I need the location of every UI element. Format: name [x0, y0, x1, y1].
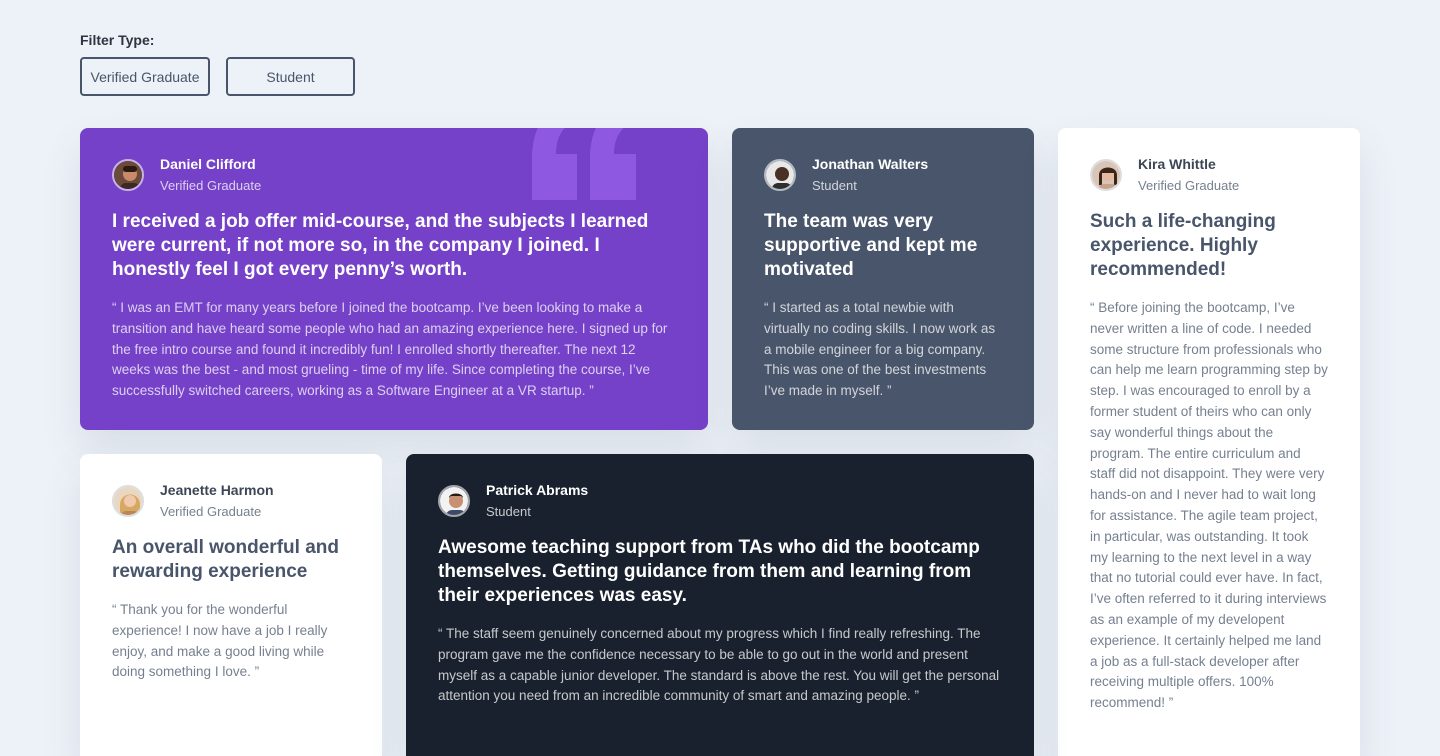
avatar	[764, 159, 796, 191]
avatar	[112, 485, 144, 517]
testimonial-quote: “ I started as a total newbie with virtu…	[764, 300, 996, 399]
avatar	[1090, 159, 1122, 191]
testimonial-headline: Awesome teaching support from TAs who di…	[438, 537, 980, 606]
testimonial-card-kira-whittle: Kira Whittle Verified Graduate Such a li…	[1058, 128, 1360, 756]
filter-student-button[interactable]: Student	[226, 57, 355, 96]
author-role: Verified Graduate	[1138, 178, 1240, 193]
author-name: Patrick Abrams	[486, 482, 589, 498]
author-name: Jonathan Walters	[812, 156, 929, 172]
author-role: Verified Graduate	[160, 504, 262, 519]
testimonial-headline: I received a job offer mid-course, and t…	[112, 211, 649, 280]
testimonial-headline: Such a life-changing experience. Highly …	[1090, 211, 1276, 280]
avatar	[438, 485, 470, 517]
filter-verified-graduate-button[interactable]: Verified Graduate	[80, 57, 210, 96]
testimonial-quote: “ I was an EMT for many years before I j…	[112, 300, 668, 399]
testimonial-quote: “ Thank you for the wonderful experience…	[112, 602, 328, 680]
testimonial-quote: “ The staff seem genuinely concerned abo…	[438, 626, 1000, 704]
author-role: Student	[812, 178, 857, 193]
author-role: Student	[486, 504, 531, 519]
testimonial-card-jeanette-harmon: Jeanette Harmon Verified Graduate An ove…	[80, 454, 382, 756]
author-name: Kira Whittle	[1138, 156, 1216, 172]
testimonial-quote: “ Before joining the bootcamp, I’ve neve…	[1090, 300, 1328, 711]
author-role: Verified Graduate	[160, 178, 262, 193]
testimonial-card-patrick-abrams: Patrick Abrams Student Awesome teaching …	[406, 454, 1034, 756]
filter-type-label: Filter Type:	[80, 32, 155, 48]
author-name: Jeanette Harmon	[160, 482, 274, 498]
testimonial-card-jonathan-walters: Jonathan Walters Student The team was ve…	[732, 128, 1034, 430]
testimonial-card-daniel-clifford: Daniel Clifford Verified Graduate I rece…	[80, 128, 708, 430]
avatar	[112, 159, 144, 191]
author-name: Daniel Clifford	[160, 156, 256, 172]
testimonial-headline: The team was very supportive and kept me…	[764, 211, 978, 280]
testimonial-headline: An overall wonderful and rewarding exper…	[112, 537, 339, 582]
